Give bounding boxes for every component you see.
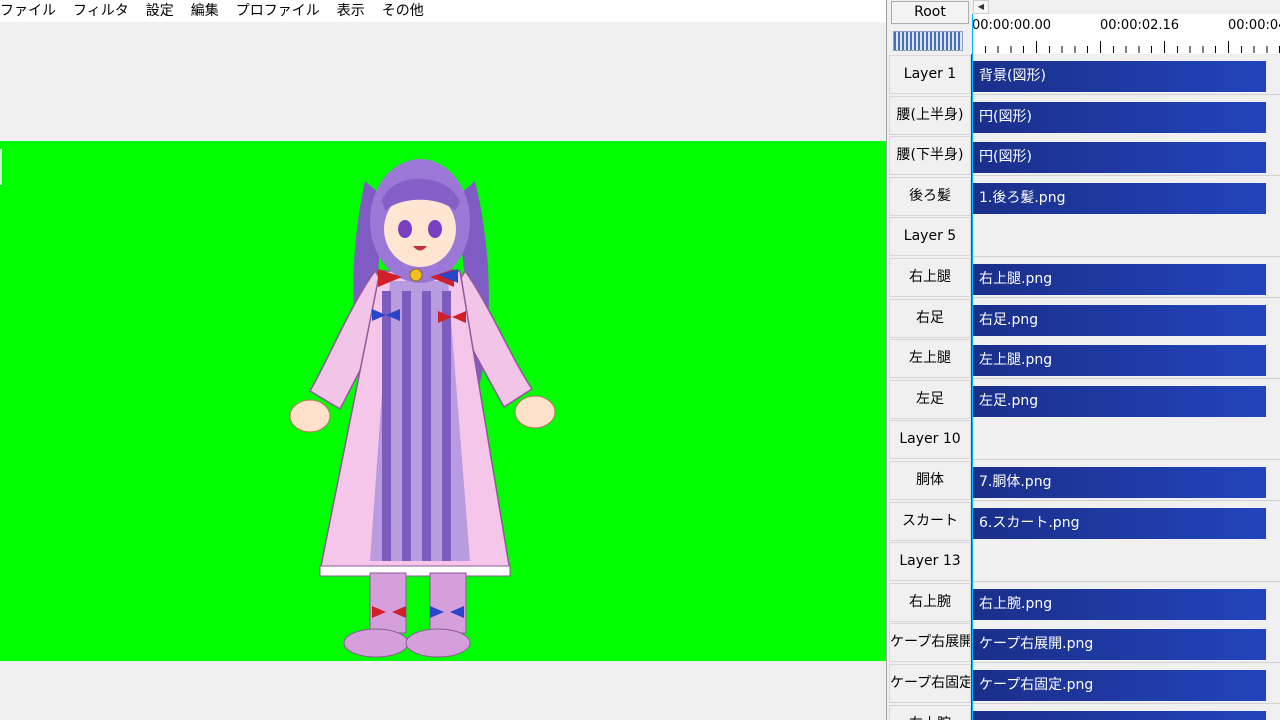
- timeline-clip[interactable]: 左上腿.png: [972, 345, 1266, 377]
- timeline-clip[interactable]: 円(図形): [972, 101, 1266, 133]
- timeline-clip[interactable]: 円(図形): [972, 142, 1266, 174]
- layer-row: 胴体 7.胴体.png: [887, 460, 1280, 501]
- layer-button[interactable]: Layer 13: [889, 542, 971, 582]
- layer-track[interactable]: ケープ右展開.png: [972, 622, 1280, 664]
- layer-row: 右上腕 右上腕.png: [887, 581, 1280, 623]
- menu-other[interactable]: その他: [373, 0, 432, 22]
- layer-track[interactable]: ケープ右固定.png: [972, 663, 1280, 704]
- layer-track[interactable]: [972, 216, 1280, 258]
- menu-filter[interactable]: フィルタ: [64, 0, 137, 22]
- layer-button[interactable]: 右足: [889, 298, 971, 338]
- preview-canvas[interactable]: [0, 141, 886, 661]
- timeline-clip[interactable]: 1.後ろ髪.png: [972, 182, 1266, 214]
- ruler-ticks: [972, 41, 1280, 53]
- layer-button[interactable]: ケープ右展開: [889, 623, 971, 663]
- layer-button[interactable]: 右上腿: [889, 258, 971, 297]
- timeline-clip[interactable]: 7.胴体.png: [972, 467, 1266, 498]
- layer-track[interactable]: 6.スカート.png: [972, 500, 1280, 542]
- layer-track[interactable]: 円(図形): [972, 135, 1280, 177]
- layer-button[interactable]: 腰(下半身): [889, 136, 971, 176]
- layer-track[interactable]: [972, 419, 1280, 461]
- layer-row: 右上腕: [887, 703, 1280, 720]
- layer-button[interactable]: Layer 5: [889, 217, 971, 257]
- layer-track[interactable]: 右上腿.png: [972, 257, 1280, 298]
- menu-file[interactable]: ファイル: [0, 0, 64, 22]
- ruler-label: 00:00:00.00: [972, 18, 1052, 33]
- timeline-window: Root ◀ 00:00:00.00 00:00:02.16 00:00:04 …: [886, 0, 1280, 720]
- timeline-clip[interactable]: [972, 710, 1266, 720]
- layer-button[interactable]: Layer 1: [889, 55, 971, 94]
- timeline-clip[interactable]: 右足.png: [972, 304, 1266, 336]
- timeline-clip[interactable]: 6.スカート.png: [972, 507, 1266, 539]
- menu-view[interactable]: 表示: [328, 0, 373, 22]
- menu-edit[interactable]: 編集: [182, 0, 227, 22]
- ruler-label: 00:00:02.16: [1100, 18, 1180, 33]
- scroll-left-arrow-icon[interactable]: ◀: [973, 0, 989, 14]
- layer-track[interactable]: 左足.png: [972, 378, 1280, 420]
- layer-row: 左上腿 左上腿.png: [887, 338, 1280, 380]
- layer-track[interactable]: 円(図形): [972, 94, 1280, 136]
- layer-track[interactable]: [972, 541, 1280, 583]
- character-illustration: [289, 159, 556, 658]
- layer-track[interactable]: 右上腕.png: [972, 581, 1280, 623]
- layer-row: Layer 10: [887, 419, 1280, 461]
- canvas-edge-marker: [0, 149, 2, 185]
- menu-profile[interactable]: プロファイル: [227, 0, 328, 22]
- timeline-clip[interactable]: 背景(図形): [972, 61, 1266, 92]
- root-button[interactable]: Root: [891, 1, 969, 24]
- layer-button[interactable]: Layer 10: [889, 420, 971, 460]
- timeline-clip[interactable]: 右上腕.png: [972, 588, 1266, 620]
- layer-row: Layer 5: [887, 216, 1280, 258]
- layer-row: ケープ右固定 ケープ右固定.png: [887, 663, 1280, 704]
- layer-button[interactable]: 右上腕: [889, 582, 971, 622]
- layer-track[interactable]: [972, 703, 1280, 720]
- layer-button[interactable]: スカート: [889, 501, 971, 541]
- layer-track[interactable]: 左上腿.png: [972, 338, 1280, 380]
- layer-row: Layer 1 背景(図形): [887, 54, 1280, 95]
- layer-button[interactable]: 左上腿: [889, 339, 971, 379]
- timeline-clip[interactable]: 左足.png: [972, 385, 1266, 417]
- layer-row: 左足 左足.png: [887, 378, 1280, 420]
- layer-track[interactable]: 1.後ろ髪.png: [972, 175, 1280, 217]
- layer-row: ケープ右展開 ケープ右展開.png: [887, 622, 1280, 664]
- menu-settings[interactable]: 設定: [137, 0, 182, 22]
- menu-bar: ファイル フィルタ 設定 編集 プロファイル 表示 その他: [0, 0, 886, 22]
- layer-track[interactable]: 7.胴体.png: [972, 460, 1280, 501]
- playhead-cursor[interactable]: [972, 14, 973, 720]
- layer-button[interactable]: ケープ右固定: [889, 664, 971, 703]
- layer-track[interactable]: 右足.png: [972, 297, 1280, 339]
- layer-button[interactable]: 腰(上半身): [889, 95, 971, 135]
- zoom-slider[interactable]: [893, 31, 963, 51]
- layer-button[interactable]: 右上腕: [889, 704, 971, 720]
- layer-track[interactable]: 背景(図形): [972, 54, 1280, 95]
- time-ruler[interactable]: 00:00:00.00 00:00:02.16 00:00:04: [972, 14, 1280, 54]
- layer-button[interactable]: 左足: [889, 379, 971, 419]
- timeline-clip[interactable]: ケープ右固定.png: [972, 670, 1266, 701]
- layer-row: 腰(上半身) 円(図形): [887, 94, 1280, 136]
- layer-button[interactable]: 胴体: [889, 461, 971, 500]
- layer-row: 右足 右足.png: [887, 297, 1280, 339]
- timeline-clip[interactable]: 右上腿.png: [972, 264, 1266, 295]
- layer-row: スカート 6.スカート.png: [887, 500, 1280, 542]
- layer-row: 右上腿 右上腿.png: [887, 257, 1280, 298]
- layer-row: 腰(下半身) 円(図形): [887, 135, 1280, 177]
- timeline-clip[interactable]: ケープ右展開.png: [972, 629, 1266, 661]
- layer-row: Layer 13: [887, 541, 1280, 583]
- layer-row: 後ろ髪 1.後ろ髪.png: [887, 175, 1280, 217]
- ruler-label: 00:00:04: [1228, 18, 1280, 33]
- layer-button[interactable]: 後ろ髪: [889, 176, 971, 216]
